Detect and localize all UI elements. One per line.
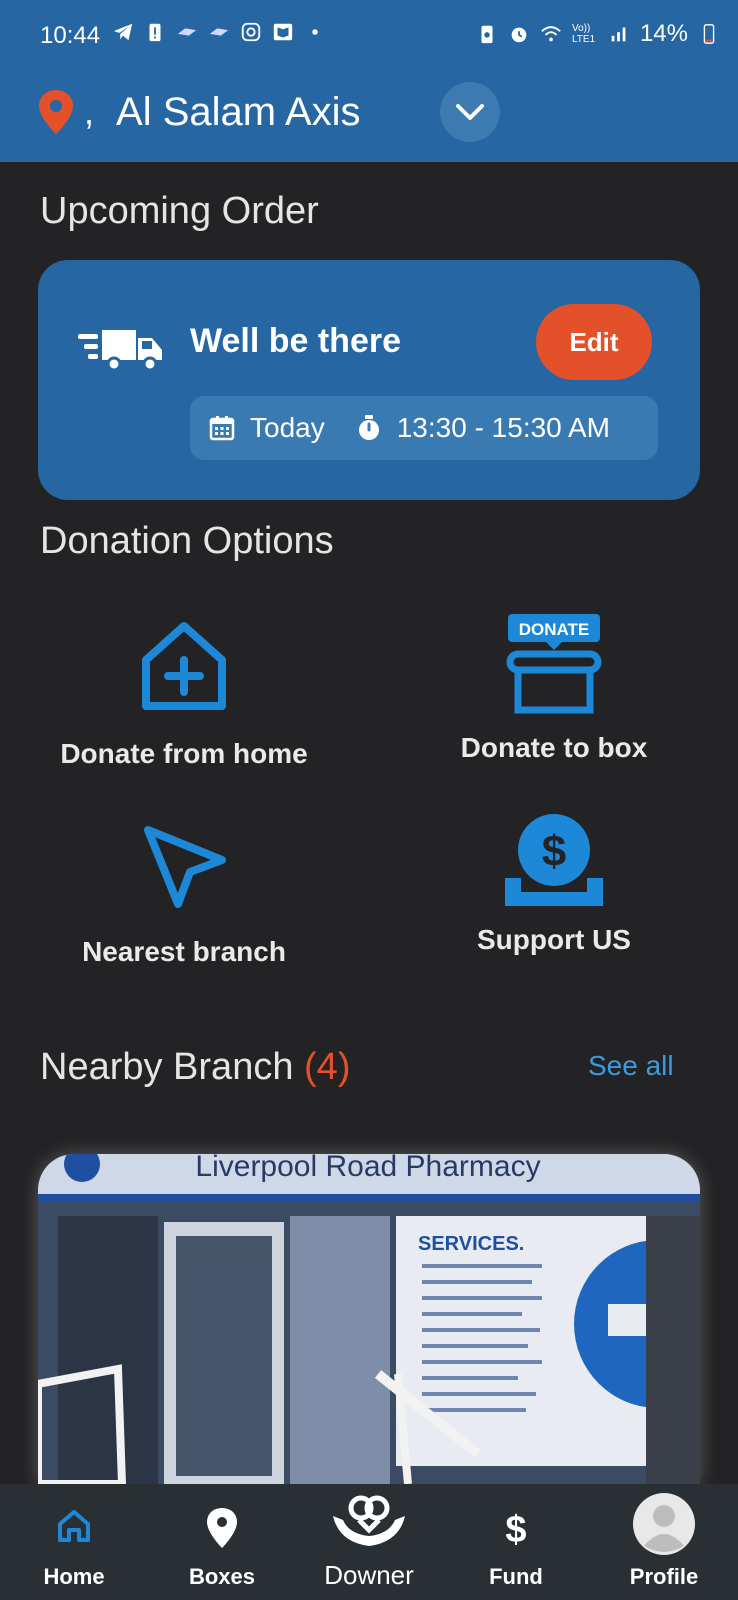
order-schedule: Today 13:30 - 15:30 AM [190, 396, 658, 460]
option-label: Donate from home [60, 738, 308, 769]
donation-options-title: Donation Options [40, 520, 334, 562]
nav-home[interactable]: Home [14, 1484, 134, 1600]
telegram-icon [113, 23, 133, 41]
network-label: Vo)) LTE1 [571, 23, 596, 45]
upcoming-order-card[interactable]: Well be there Edit Today 13:30 - 15:30 A… [38, 260, 700, 500]
store-sign-text: Liverpool Road Pharmacy [195, 1154, 540, 1183]
pharmacy-storefront-image: Liverpool Road Pharmacy SERVICES. [38, 1154, 700, 1484]
branch-photo[interactable]: Liverpool Road Pharmacy SERVICES. [38, 1154, 700, 1484]
nav-label: Downer [324, 1560, 414, 1590]
fast-delivery-truck-icon [78, 330, 162, 372]
home-plus-icon [142, 622, 226, 710]
instagram-icon [241, 22, 261, 42]
donate-badge-text: DONATE [519, 620, 590, 639]
signal-icon [611, 27, 626, 42]
alarm-icon [511, 27, 527, 43]
nav-label: Home [43, 1564, 105, 1589]
svg-text:$: $ [505, 1509, 526, 1548]
battery-saver-icon [481, 25, 493, 44]
option-label: Support US [477, 924, 631, 955]
nav-profile[interactable]: Profile [604, 1484, 724, 1600]
donate-from-home-option[interactable]: Donate from home [34, 620, 334, 770]
alert-battery-icon [149, 23, 161, 42]
location-pin-icon [39, 90, 73, 134]
bottom-navigation: Home Boxes Downer $ Fund Profile [0, 1484, 738, 1600]
status-time: 10:44 [40, 22, 101, 49]
svg-text:$: $ [542, 827, 566, 876]
app-notification-icon [177, 28, 197, 36]
order-status-text: Well be there [190, 322, 401, 360]
stopwatch-icon [358, 415, 379, 440]
edit-order-button[interactable]: Edit [536, 304, 652, 380]
location-dropdown-button[interactable] [440, 82, 500, 142]
top-header: 10:44 Vo)) LTE1 14% , Al Salam Axis [0, 0, 738, 162]
option-label: Nearest branch [82, 936, 286, 967]
nav-fund[interactable]: $ Fund [456, 1484, 576, 1600]
upcoming-order-title: Upcoming Order [40, 190, 319, 232]
notification-icons [112, 20, 326, 44]
nav-label: Boxes [188, 1564, 256, 1589]
option-label: Donate to box [460, 732, 648, 763]
location-separator: , [84, 91, 95, 132]
home-icon [58, 1510, 90, 1542]
wifi-icon [541, 26, 561, 42]
book-icon [273, 23, 293, 41]
see-all-link[interactable]: See all [588, 1050, 674, 1082]
nav-downer[interactable]: Downer [309, 1484, 429, 1600]
support-us-option[interactable]: $ Support US [404, 812, 704, 956]
calendar-icon [209, 416, 235, 441]
branch-count: (4) [304, 1046, 351, 1088]
nav-boxes[interactable]: Boxes [162, 1484, 282, 1600]
order-day: Today [250, 412, 325, 443]
chevron-down-icon [456, 104, 484, 120]
status-bar: 10:44 Vo)) LTE1 14% [0, 0, 738, 70]
location-selector[interactable]: , Al Salam Axis [36, 84, 361, 140]
dollar-coin-icon: $ [505, 814, 603, 906]
navigation-arrow-icon [144, 826, 226, 908]
order-time-window: 13:30 - 15:30 AM [396, 412, 610, 443]
nearby-title-text: Nearby Branch [40, 1046, 294, 1088]
avatar-icon [633, 1493, 695, 1555]
app-notification-icon-2 [209, 28, 229, 36]
dollar-icon: $ [505, 1509, 526, 1548]
nav-label: Fund [489, 1564, 543, 1589]
nearest-branch-option[interactable]: Nearest branch [34, 822, 334, 968]
battery-icon [703, 24, 715, 44]
location-name: Al Salam Axis [116, 89, 361, 134]
more-dot-icon [312, 29, 318, 35]
hands-heart-icon [333, 1495, 405, 1546]
donate-to-box-option[interactable]: DONATE Donate to box [404, 612, 704, 764]
nearby-branch-title: Nearby Branch (4) [40, 1046, 350, 1089]
services-sign-text: SERVICES. [418, 1233, 524, 1255]
system-icons: Vo)) LTE1 14% [476, 20, 720, 48]
location-pin-icon [207, 1508, 237, 1548]
nav-label: Profile [629, 1564, 699, 1589]
battery-percent: 14% [639, 20, 688, 47]
donate-box-icon: DONATE [506, 614, 602, 714]
